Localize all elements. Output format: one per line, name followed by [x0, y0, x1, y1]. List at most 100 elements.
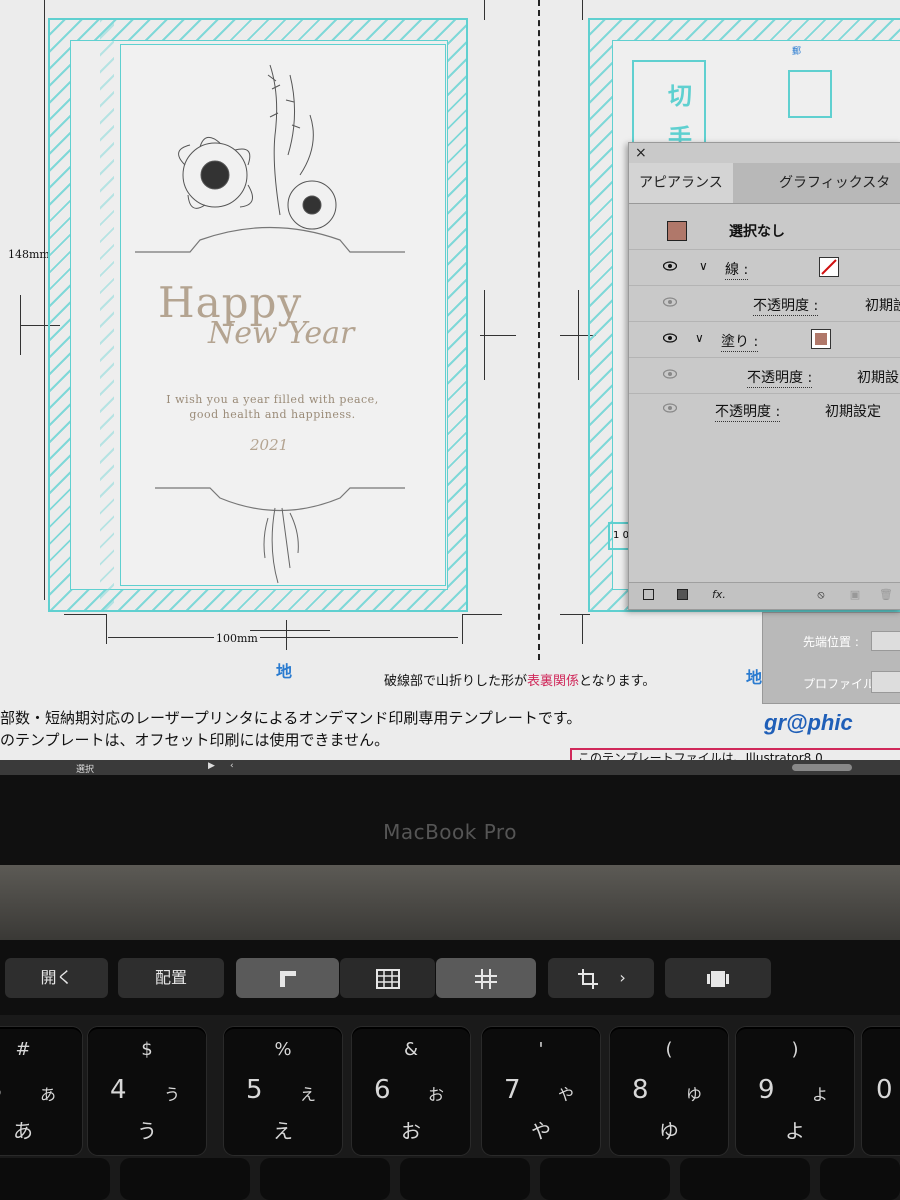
keyboard: # 3 あ あ $ 4 う う % 5 え え & 6 お お ' 7 や や …	[0, 1015, 900, 1200]
key-4[interactable]: $ 4 う う	[88, 1027, 206, 1155]
bottom-side-label-right: 地	[746, 668, 763, 687]
key-9-symbol: )	[791, 1039, 799, 1060]
fill-label[interactable]: 塗り :	[721, 331, 759, 352]
key-6[interactable]: & 6 お お	[352, 1027, 470, 1155]
bottom-side-label-left: 地	[276, 662, 293, 681]
key-5[interactable]: % 5 え え	[224, 1027, 342, 1155]
tab-graphic-styles[interactable]: グラフィックスタ	[769, 163, 900, 203]
profile-dropdown[interactable]	[871, 671, 900, 693]
stroke-opacity-value: 初期設	[865, 298, 900, 314]
play-icon[interactable]: ▶	[208, 761, 215, 771]
add-stroke-icon[interactable]	[643, 589, 654, 600]
ruler-toggle-button[interactable]	[236, 958, 339, 998]
key-row-bottom[interactable]	[820, 1158, 900, 1200]
fill-opacity-row[interactable]: 不透明度 : 初期設	[629, 359, 900, 394]
visibility-eye-icon[interactable]	[663, 403, 677, 413]
laptop-screen: 148mm Happy New Year I wish you a year f…	[0, 0, 900, 775]
crop-mark	[20, 295, 21, 355]
key-7-number: 7	[504, 1075, 521, 1105]
stroke-opacity-row[interactable]: 不透明度 : 初期設	[629, 287, 900, 322]
chevron-down-icon[interactable]: ∨	[699, 259, 708, 273]
trash-icon[interactable]: 🗑	[879, 589, 893, 601]
open-button[interactable]: 開く	[5, 958, 108, 998]
laptop-hinge	[0, 865, 900, 940]
panel-close-icon[interactable]: ×	[635, 145, 647, 161]
appearance-panel: × アピアランス グラフィックスタ 選択なし ∨ 線 : 不透明度 : 初期設 …	[628, 142, 900, 610]
template-description-line2: のテンプレートは、オフセット印刷には使用できません。	[0, 731, 390, 749]
fill-swatch	[815, 333, 827, 345]
key-6-kana-lower: お	[401, 1119, 421, 1143]
visibility-eye-icon[interactable]	[663, 297, 677, 307]
tip-position-control[interactable]	[871, 631, 900, 651]
selection-swatch	[667, 221, 687, 241]
tab-appearance[interactable]: アピアランス	[629, 163, 733, 203]
tip-position-label: 先端位置 :	[803, 635, 859, 649]
chevron-down-icon[interactable]: ∨	[695, 331, 704, 345]
visibility-eye-icon[interactable]	[663, 369, 677, 379]
fold-line	[538, 0, 540, 660]
key-row-bottom[interactable]	[680, 1158, 810, 1200]
bottom-ornament	[155, 487, 405, 584]
grid-toggle-button[interactable]	[340, 958, 435, 998]
key-6-number: 6	[374, 1075, 391, 1105]
key-4-kana: う	[163, 1085, 180, 1104]
object-opacity-label[interactable]: 不透明度 :	[715, 401, 781, 422]
key-5-kana-lower: え	[273, 1119, 293, 1143]
clear-appearance-icon[interactable]: ⦸	[815, 589, 827, 601]
key-row-bottom[interactable]	[260, 1158, 390, 1200]
stroke-none-swatch[interactable]	[819, 257, 839, 277]
laptop-brand-label: MacBook Pro	[383, 820, 517, 844]
status-bar: 選択 ▶ ‹	[0, 760, 900, 775]
add-fill-icon[interactable]	[677, 589, 688, 600]
crop-button[interactable]: ›	[548, 958, 654, 998]
key-8-kana-lower: ゆ	[659, 1119, 679, 1143]
object-opacity-value: 初期設定	[825, 404, 881, 420]
fill-opacity-label[interactable]: 不透明度 :	[747, 367, 813, 388]
guides-toggle-button[interactable]	[436, 958, 536, 998]
key-9-number: 9	[758, 1075, 775, 1105]
key-9[interactable]: ) 9 よ よ	[736, 1027, 854, 1155]
key-9-kana: よ	[811, 1085, 828, 1104]
fill-swatch-frame[interactable]	[811, 329, 831, 349]
scrollbar-thumb[interactable]	[792, 764, 852, 771]
key-6-kana: お	[427, 1085, 444, 1104]
grid-icon	[375, 968, 400, 989]
selection-label: 選択なし	[729, 224, 785, 240]
card-new-year-text: New Year	[208, 316, 355, 351]
key-row-bottom[interactable]	[120, 1158, 250, 1200]
crop-mark	[106, 614, 107, 644]
key-5-number: 5	[246, 1075, 263, 1105]
chevron-left-icon[interactable]: ‹	[230, 761, 234, 771]
artboards-icon	[707, 970, 729, 987]
visibility-eye-icon[interactable]	[663, 333, 677, 343]
stroke-row[interactable]: ∨ 線 :	[629, 251, 900, 286]
key-0-number: 0	[876, 1075, 893, 1105]
artboards-button[interactable]	[665, 958, 771, 998]
panel-tabs: アピアランス グラフィックスタ	[629, 163, 900, 204]
key-3[interactable]: # 3 あ あ	[0, 1027, 82, 1155]
stroke-label[interactable]: 線 :	[725, 259, 749, 280]
stroke-opacity-label[interactable]: 不透明度 :	[753, 295, 819, 316]
key-7[interactable]: ' 7 や や	[482, 1027, 600, 1155]
add-effect-icon[interactable]: fx.	[709, 589, 729, 601]
key-row-bottom[interactable]	[540, 1158, 670, 1200]
key-8[interactable]: ( 8 ゆ ゆ	[610, 1027, 728, 1155]
key-8-kana: ゆ	[685, 1085, 702, 1104]
object-opacity-row[interactable]: 不透明度 : 初期設定	[629, 393, 900, 427]
fold-note: 破線部で山折りした形が表裏関係となります。	[384, 670, 655, 689]
crop-mark	[462, 614, 463, 644]
touch-bar: 開く 配置 ›	[0, 940, 900, 1015]
fill-row[interactable]: ∨ 塗り :	[629, 323, 900, 358]
key-0[interactable]: 0	[862, 1027, 900, 1155]
arrange-button[interactable]: 配置	[118, 958, 224, 998]
key-row-bottom[interactable]	[400, 1158, 530, 1200]
stamp-char-1: 切	[668, 82, 692, 110]
height-dimension-label: 148mm	[8, 248, 50, 261]
crop-mark	[560, 614, 590, 615]
key-row-bottom[interactable]	[0, 1158, 110, 1200]
visibility-eye-icon[interactable]	[663, 261, 677, 271]
key-4-symbol: $	[141, 1039, 153, 1060]
fold-note-prefix: 破線部で山折りした形が	[384, 674, 528, 689]
duplicate-item-icon[interactable]: ▣	[849, 589, 861, 601]
current-tool-label: 選択	[76, 765, 95, 775]
